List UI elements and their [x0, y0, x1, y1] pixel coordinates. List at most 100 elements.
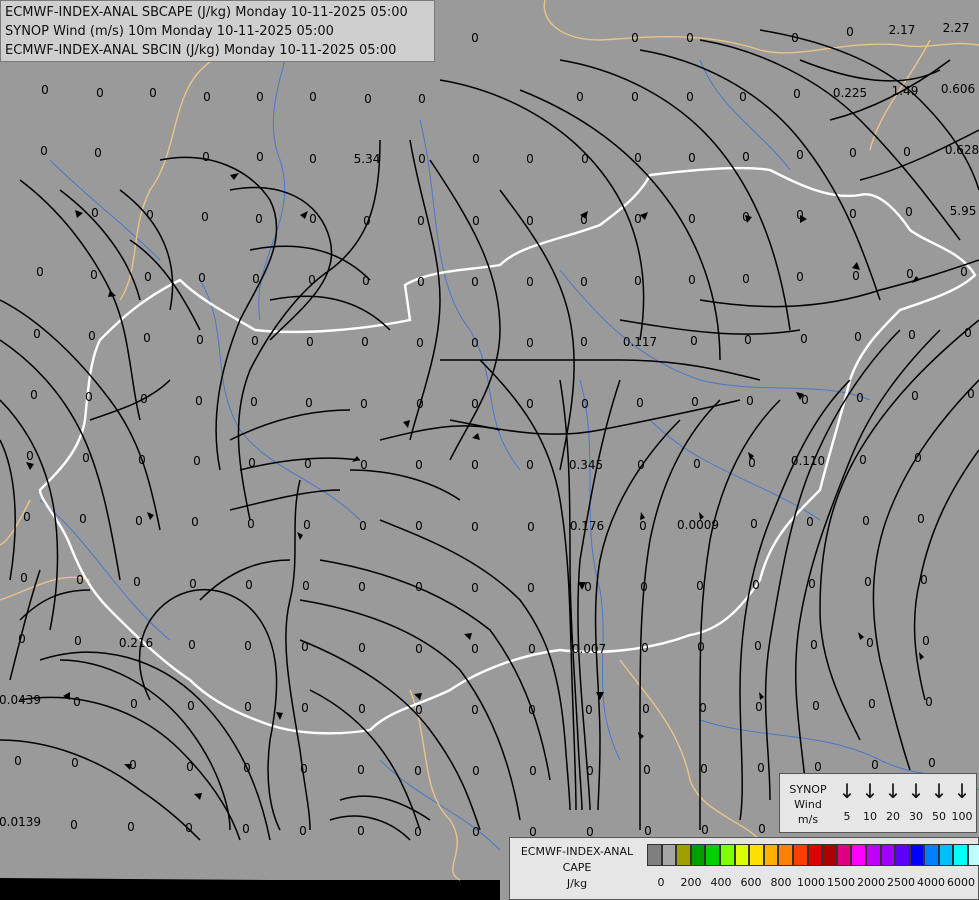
cape-value: 0	[796, 270, 804, 284]
cape-value: 0	[418, 152, 426, 166]
cape-value: 0	[247, 517, 255, 531]
cape-value: 0	[191, 515, 199, 529]
cape-value: 0	[868, 697, 876, 711]
cape-value: 0	[79, 512, 87, 526]
cape-value: 2.17	[888, 23, 916, 37]
cape-value: 0.628	[944, 143, 979, 157]
cape-value: 0	[697, 640, 705, 654]
cape-tick-label: 2500	[887, 876, 915, 889]
cape-value: 0	[688, 151, 696, 165]
cape-value: 0	[793, 87, 801, 101]
cape-value: 0	[127, 820, 135, 834]
wind-speed-label: 50	[932, 810, 946, 823]
cape-value: 0	[631, 31, 639, 45]
cape-value: 0	[911, 389, 919, 403]
cape-tick-label: 4000	[917, 876, 945, 889]
cape-value: 0	[360, 458, 368, 472]
cape-tick-label: 400	[710, 876, 732, 889]
cape-value: 0	[201, 210, 209, 224]
cape-swatch	[661, 844, 677, 866]
cape-value: 0	[23, 510, 31, 524]
cape-value: 0	[808, 577, 816, 591]
cape-value: 0	[642, 702, 650, 716]
weather-map: 0 0 0 0 0 0 0 0 2.17 2.27 0 0 0 0 0 0 0 0 0 0 0 0 0 0.225 1.49 0.…	[0, 0, 979, 900]
cape-value: 0	[85, 390, 93, 404]
cape-value: 0	[94, 146, 102, 160]
cape-value: 0	[471, 275, 479, 289]
cape-value: 0.176	[569, 519, 605, 533]
cape-value: 0	[471, 581, 479, 595]
cape-value: 5.95	[949, 204, 977, 218]
cape-swatch	[836, 844, 852, 866]
cape-value: 0	[74, 634, 82, 648]
cape-value: 0	[917, 512, 925, 526]
cape-value: 0.225	[832, 86, 868, 100]
cape-value: 0	[299, 824, 307, 838]
cape-value: 0	[742, 150, 750, 164]
cape-value: 0	[796, 148, 804, 162]
cape-value: 0	[415, 642, 423, 656]
cape-value: 0	[96, 86, 104, 100]
cape-tick-label: 6000	[947, 876, 975, 889]
cape-swatch	[851, 844, 866, 866]
cape-value: 0	[415, 519, 423, 533]
wind-arrow-icon: ↓	[861, 779, 879, 803]
cape-value: 0	[690, 334, 698, 348]
cape-value: 0	[906, 267, 914, 281]
cape-tick-label: 600	[740, 876, 762, 889]
cape-value: 0	[364, 92, 372, 106]
regional-borders	[0, 0, 979, 881]
cape-value: 0	[748, 456, 756, 470]
cape-swatch	[792, 844, 808, 866]
cape-value: 0	[529, 764, 537, 778]
cape-value: 0	[471, 703, 479, 717]
cape-value: 0	[300, 762, 308, 776]
cape-value: 0	[203, 90, 211, 104]
cape-value: 0	[138, 453, 146, 467]
cape-value: 0	[755, 700, 763, 714]
cape-value: 0	[18, 632, 26, 646]
cape-value: 0	[696, 579, 704, 593]
cape-value: 0	[862, 514, 870, 528]
cape-value: 0	[193, 454, 201, 468]
no-data-strip	[0, 878, 500, 900]
cape-tick-label: 200	[680, 876, 702, 889]
cape-value: 2.27	[942, 21, 970, 35]
cape-swatch	[909, 844, 925, 866]
cape-value: 0	[581, 397, 589, 411]
cape-value: 0	[580, 275, 588, 289]
cape-value: 0	[146, 208, 154, 222]
cape-value: 0.007	[571, 642, 607, 656]
cape-value: 0	[472, 214, 480, 228]
cape-value: 0	[135, 514, 143, 528]
cape-value: 0	[82, 451, 90, 465]
cape-value: 0	[922, 634, 930, 648]
cape-value: 0	[634, 151, 642, 165]
cape-value: 0	[637, 458, 645, 472]
cape-value: 0	[188, 638, 196, 652]
cape-value: 0	[691, 395, 699, 409]
cape-value: 0	[195, 394, 203, 408]
cape-swatch	[778, 844, 793, 866]
cape-value: 0	[250, 395, 258, 409]
cape-value: 0	[416, 397, 424, 411]
cape-value: 0	[471, 458, 479, 472]
cape-value: 0	[360, 397, 368, 411]
cape-value: 0	[796, 208, 804, 222]
cape-swatch	[719, 844, 735, 866]
cape-value: 0	[358, 580, 366, 594]
cape-value: 0	[471, 520, 479, 534]
cape-value: 0	[471, 397, 479, 411]
cape-value: 0	[964, 326, 972, 340]
cape-value: 0	[416, 336, 424, 350]
cape-value: 0.117	[622, 335, 658, 349]
cape-swatch	[763, 844, 779, 866]
cape-value: 0	[750, 517, 758, 531]
cape-value: 5.34	[353, 152, 381, 166]
cape-value: 0	[754, 639, 762, 653]
cape-value: 0	[636, 396, 644, 410]
cape-swatch	[822, 844, 837, 866]
title-sbcape: ECMWF-INDEX-ANAL SBCAPE (J/kg) Monday 10…	[5, 5, 408, 20]
cape-value: 0	[189, 577, 197, 591]
cape-swatch	[705, 844, 720, 866]
